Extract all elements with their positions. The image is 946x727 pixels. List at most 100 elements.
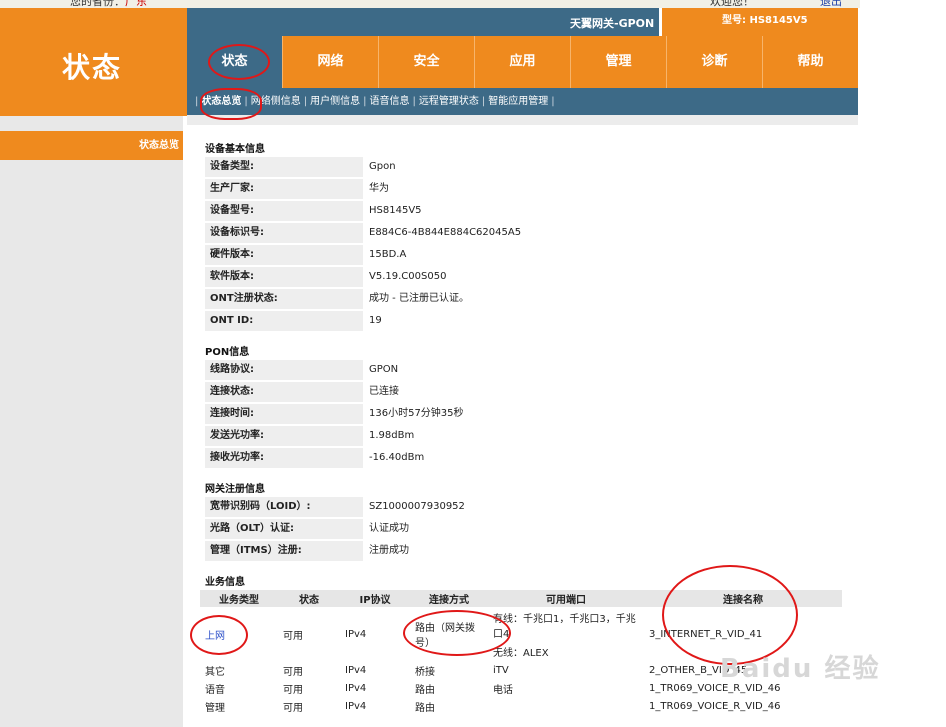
province-value: 广东 bbox=[125, 0, 147, 8]
table-row: 管理 可用 IPv4 路由 1_TR069_VOICE_R_VID_46 bbox=[200, 697, 842, 715]
field-value: 15BD.A bbox=[369, 249, 407, 260]
services-header: 连接方式 bbox=[410, 590, 488, 607]
subnav-separator: | bbox=[551, 96, 555, 107]
cell-ip: IPv4 bbox=[345, 682, 367, 694]
cell-ports: 有线：千兆口1，千兆口3，千兆口4 无线：ALEX bbox=[488, 607, 644, 661]
welcome-text: 欢迎您！ bbox=[710, 0, 754, 8]
annotation-circle-status-tab bbox=[208, 44, 270, 80]
field-label: 设备标识号: bbox=[205, 223, 363, 243]
pon-section-title: PON信息 bbox=[205, 347, 250, 358]
router-status-page: 您的省份：广东 欢迎您！ 退出 状态 天翼网关-GPON 型号: HS8145V… bbox=[0, 0, 946, 727]
main-nav: 状态 网络 安全 应用 管理 诊断 帮助 bbox=[187, 36, 858, 88]
field-value: 1.98dBm bbox=[369, 430, 415, 441]
field-value: 136小时57分钟35秒 bbox=[369, 408, 464, 419]
field-label: 光路（OLT）认证: bbox=[205, 519, 363, 539]
services-section-title: 业务信息 bbox=[205, 577, 245, 588]
cell-ip: IPv4 bbox=[345, 664, 367, 676]
gateway_reg-row: 宽带识别码（LOID）: SZ1000007930952 bbox=[205, 497, 842, 517]
model-label: 型号: HS8145V5 bbox=[662, 8, 858, 36]
services-header: IP协议 bbox=[340, 590, 410, 607]
watermark: Baidu 经验 bbox=[720, 654, 881, 684]
field-label: 硬件版本: bbox=[205, 245, 363, 265]
device-row: 设备标识号: E884C6-4B844E884C62045A5 bbox=[205, 223, 842, 243]
ports-wired: iTV bbox=[493, 664, 509, 676]
pon-row: 发送光功率: 1.98dBm bbox=[205, 426, 842, 446]
cell-mode: 路由 bbox=[415, 702, 435, 714]
subnav-separator: | bbox=[412, 96, 416, 107]
province-label: 您的省份： bbox=[70, 0, 125, 8]
tab-1[interactable]: 网络 bbox=[282, 36, 378, 88]
field-value: 认证成功 bbox=[369, 523, 409, 534]
ports-wired: 有线：千兆口1，千兆口3，千兆口4 bbox=[493, 613, 636, 640]
field-value: 注册成功 bbox=[369, 545, 409, 556]
subnav-separator: | bbox=[363, 96, 367, 107]
field-label: 软件版本: bbox=[205, 267, 363, 287]
field-label: 连接状态: bbox=[205, 382, 363, 402]
subnav-separator: | bbox=[195, 96, 199, 107]
cell-status: 可用 bbox=[283, 630, 303, 642]
field-label: 发送光功率: bbox=[205, 426, 363, 446]
field-label: ONT ID: bbox=[205, 311, 363, 331]
field-value: HS8145V5 bbox=[369, 205, 422, 216]
subnav-item-4[interactable]: 远程管理状态 bbox=[419, 96, 479, 107]
field-value: 成功 - 已注册已认证。 bbox=[369, 293, 469, 304]
tab-6[interactable]: 帮助 bbox=[762, 36, 858, 88]
pon-row: 线路协议: GPON bbox=[205, 360, 842, 380]
subnav-item-2[interactable]: 用户侧信息 bbox=[310, 96, 360, 107]
annotation-circle-internet bbox=[190, 615, 248, 655]
ports-wireless: 无线：ALEX bbox=[493, 647, 549, 659]
cell-ip: IPv4 bbox=[345, 628, 367, 640]
field-label: 生产厂家: bbox=[205, 179, 363, 199]
tab-5[interactable]: 诊断 bbox=[666, 36, 762, 88]
field-label: ONT注册状态: bbox=[205, 289, 363, 309]
logout-link[interactable]: 退出 bbox=[820, 0, 842, 8]
brand-panel: 状态 bbox=[0, 8, 187, 116]
cell-mode: 路由 bbox=[415, 684, 435, 696]
tab-4[interactable]: 管理 bbox=[570, 36, 666, 88]
cell-status: 可用 bbox=[283, 666, 303, 678]
field-label: 设备型号: bbox=[205, 201, 363, 221]
field-value: Gpon bbox=[369, 161, 396, 172]
content-top-bar bbox=[187, 115, 858, 125]
pon-row: 连接状态: 已连接 bbox=[205, 382, 842, 402]
sidebar-item-status-overview[interactable]: 状态总览 bbox=[0, 131, 183, 160]
gateway_reg-row: 管理（ITMS）注册: 注册成功 bbox=[205, 541, 842, 561]
cell-type: 语音 bbox=[205, 684, 225, 696]
field-value: V5.19.C00S050 bbox=[369, 271, 447, 282]
field-value: E884C6-4B844E884C62045A5 bbox=[369, 227, 522, 238]
field-value: 已连接 bbox=[369, 386, 399, 397]
field-label: 接收光功率: bbox=[205, 448, 363, 468]
subnav-item-3[interactable]: 语音信息 bbox=[370, 96, 410, 107]
field-label: 线路协议: bbox=[205, 360, 363, 380]
gateway_reg-row: 光路（OLT）认证: 认证成功 bbox=[205, 519, 842, 539]
device-row: 硬件版本: 15BD.A bbox=[205, 245, 842, 265]
pon-row: 接收光功率: -16.40dBm bbox=[205, 448, 842, 468]
pon-row: 连接时间: 136小时57分钟35秒 bbox=[205, 404, 842, 424]
field-value: 华为 bbox=[369, 183, 389, 194]
subnav-separator: | bbox=[303, 96, 308, 107]
field-value: 19 bbox=[369, 315, 382, 326]
cell-ports: 电话 bbox=[488, 679, 644, 697]
tab-3[interactable]: 应用 bbox=[474, 36, 570, 88]
field-label: 管理（ITMS）注册: bbox=[205, 541, 363, 561]
device-section-title: 设备基本信息 bbox=[205, 144, 265, 155]
cell-mode: 桥接 bbox=[415, 666, 435, 678]
tab-2[interactable]: 安全 bbox=[378, 36, 474, 88]
gateway-name: 天翼网关-GPON bbox=[570, 17, 655, 30]
field-label: 设备类型: bbox=[205, 157, 363, 177]
field-value: SZ1000007930952 bbox=[369, 501, 465, 512]
header-bar: 天翼网关-GPON 型号: HS8145V5 bbox=[187, 8, 858, 36]
field-value: -16.40dBm bbox=[369, 452, 425, 463]
subnav-separator: | bbox=[481, 96, 486, 107]
cell-status: 可用 bbox=[283, 702, 303, 714]
annotation-circle-mode bbox=[403, 610, 511, 656]
device-row: 设备型号: HS8145V5 bbox=[205, 201, 842, 221]
ports-wired: 电话 bbox=[493, 684, 513, 696]
device-row: 设备类型: Gpon bbox=[205, 157, 842, 177]
field-value: GPON bbox=[369, 364, 399, 375]
device-row: 软件版本: V5.19.C00S050 bbox=[205, 267, 842, 287]
cell-name: 1_TR069_VOICE_R_VID_46 bbox=[649, 700, 781, 712]
subnav-item-5[interactable]: 智能应用管理 bbox=[488, 96, 548, 107]
services-header: 业务类型 bbox=[200, 590, 278, 607]
page-title: 状态 bbox=[62, 51, 123, 84]
